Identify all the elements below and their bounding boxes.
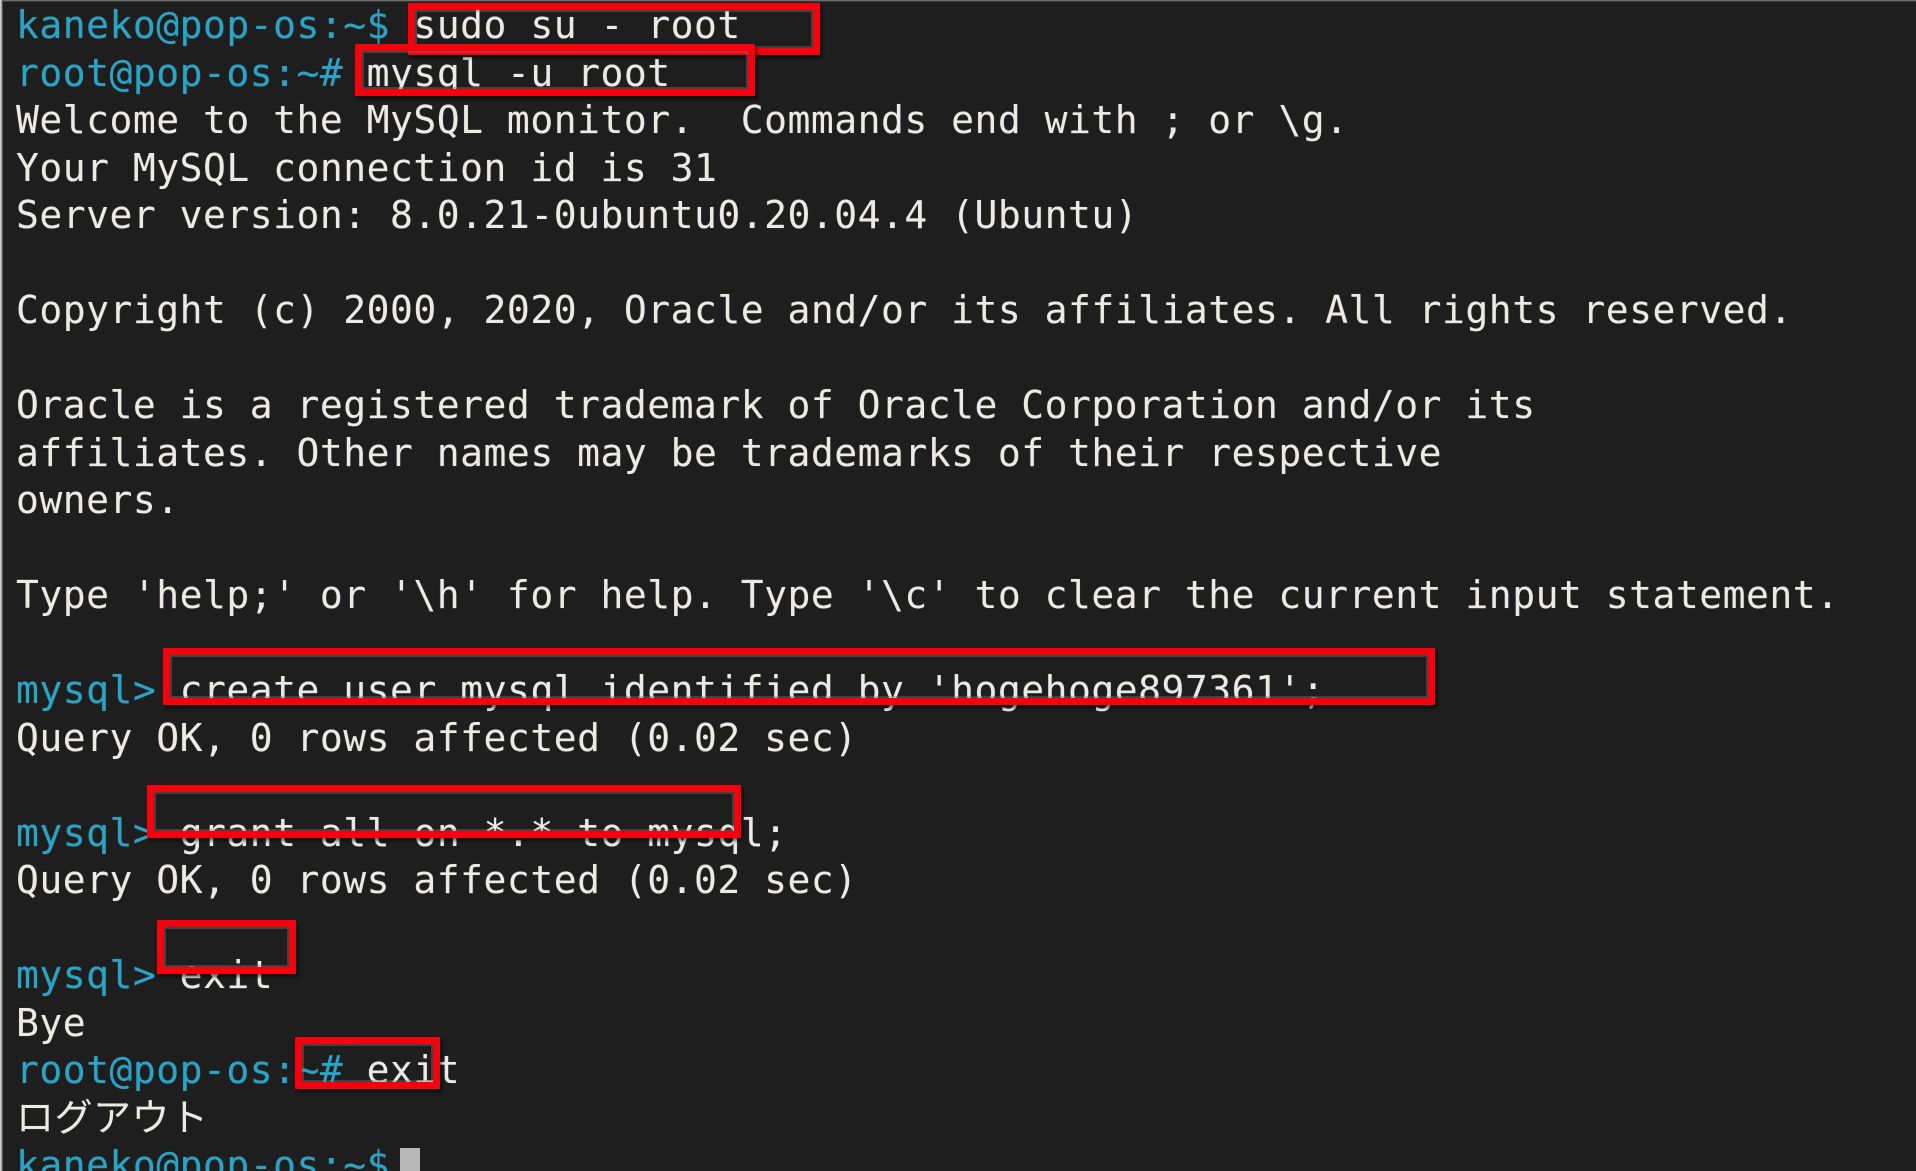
output-text: Oracle is a registered trademark of Orac…	[16, 383, 1536, 427]
output-text: Query OK, 0 rows affected (0.02 sec)	[16, 858, 858, 902]
terminal-line: Query OK, 0 rows affected (0.02 sec)	[16, 715, 1916, 763]
terminal-window: kaneko@pop-os:~$ sudo su - root root@pop-…	[0, 0, 1916, 1171]
shell-prompt: mysql>	[16, 810, 157, 855]
shell-prompt: kaneko@pop-os:~$	[16, 1143, 391, 1171]
terminal-output[interactable]: kaneko@pop-os:~$ sudo su - root root@pop-…	[16, 2, 1916, 1171]
command-text: mysql -u root	[343, 50, 671, 95]
terminal-line: Your MySQL connection id is 31	[16, 145, 1916, 193]
shell-prompt: root@pop-os:~#	[16, 1048, 344, 1092]
terminal-line: Welcome to the MySQL monitor. Commands e…	[16, 97, 1916, 145]
terminal-line: Copyright (c) 2000, 2020, Oracle and/or …	[16, 287, 1916, 335]
terminal-line: mysql> create user mysql identified by '…	[16, 667, 1916, 715]
page-edge-left	[0, 0, 3, 1171]
output-text: Copyright (c) 2000, 2020, Oracle and/or …	[16, 288, 1793, 332]
terminal-line: kaneko@pop-os:~$ sudo su - root	[16, 2, 1916, 50]
output-text: affiliates. Other names may be trademark…	[16, 430, 1443, 475]
command-text: exit	[343, 1048, 461, 1092]
shell-prompt: kaneko@pop-os:~$	[16, 3, 391, 47]
output-text: Your MySQL connection id is 31	[16, 145, 718, 190]
terminal-line: Query OK, 0 rows affected (0.02 sec)	[16, 857, 1916, 905]
command-text: grant all on *.* to mysql;	[156, 810, 788, 855]
output-text: Type 'help;' or '\h' for help. Type '\c'…	[16, 573, 1840, 617]
shell-prompt: mysql>	[16, 668, 157, 712]
terminal-line: Oracle is a registered trademark of Orac…	[16, 382, 1916, 430]
terminal-line: Bye	[16, 1000, 1916, 1048]
text-cursor	[400, 1148, 421, 1171]
terminal-line: ログアウト	[16, 1095, 1916, 1143]
shell-prompt: root@pop-os:~#	[16, 50, 344, 95]
terminal-line: mysql> exit	[16, 952, 1916, 1000]
terminal-line: owners.	[16, 477, 1916, 525]
terminal-line: Type 'help;' or '\h' for help. Type '\c'…	[16, 572, 1916, 620]
output-text: owners.	[16, 478, 180, 522]
terminal-line: kaneko@pop-os:~$	[16, 1142, 1916, 1171]
terminal-line: mysql> grant all on *.* to mysql;	[16, 810, 1916, 858]
command-text: create user mysql identified by 'hogehog…	[156, 668, 1326, 712]
terminal-line: Server version: 8.0.21-0ubuntu0.20.04.4 …	[16, 192, 1916, 240]
terminal-line: affiliates. Other names may be trademark…	[16, 430, 1916, 478]
command-text: exit	[156, 953, 274, 997]
shell-prompt: mysql>	[16, 953, 157, 997]
command-text: sudo su - root	[390, 3, 741, 47]
output-text: Query OK, 0 rows affected (0.02 sec)	[16, 715, 858, 760]
output-text: Server version: 8.0.21-0ubuntu0.20.04.4 …	[16, 193, 1139, 237]
terminal-line: root@pop-os:~# mysql -u root	[16, 50, 1916, 98]
output-text: Welcome to the MySQL monitor. Commands e…	[16, 98, 1349, 142]
terminal-line: root@pop-os:~# exit	[16, 1047, 1916, 1095]
output-text: ログアウト	[16, 1095, 209, 1140]
output-text: Bye	[16, 1000, 87, 1045]
